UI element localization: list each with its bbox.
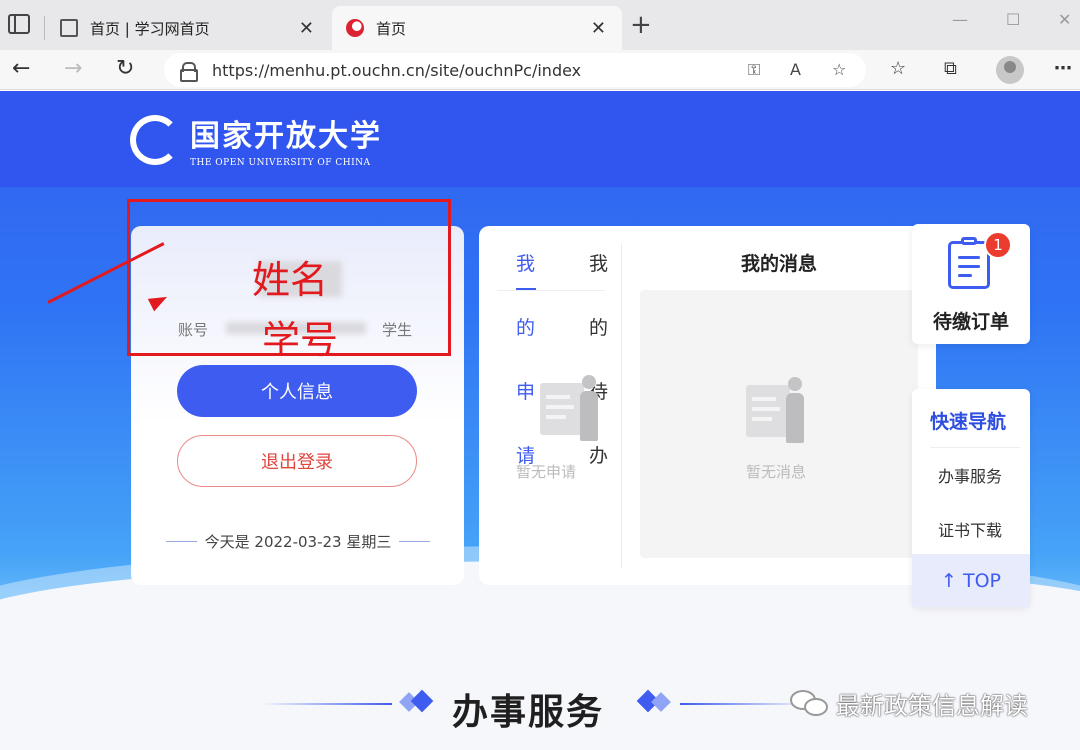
profile-icon[interactable]	[996, 56, 1024, 84]
browser-tab-study-home[interactable]: 首页 | 学习网首页 ✕	[44, 6, 330, 50]
add-favorite-icon[interactable]: ☆	[832, 60, 846, 79]
section-line-left	[262, 703, 392, 705]
divider	[930, 447, 1020, 448]
section-title-services: 办事服务	[452, 692, 605, 733]
messages-empty-text: 暂无消息	[746, 463, 807, 481]
close-tab-icon[interactable]: ✕	[591, 18, 606, 39]
page-content: 账号 学生 姓名 学号 个人信息 退出登录 今天是 2022-03-23 星期三…	[0, 91, 1080, 750]
pending-orders-label[interactable]: 待缴订单	[912, 307, 1030, 334]
minimize-button[interactable]: —	[952, 10, 968, 29]
quick-nav-title: 快速导航	[930, 411, 1007, 433]
read-aloud-icon[interactable]: A	[790, 60, 801, 79]
messages-title: 我的消息	[740, 253, 817, 275]
divider	[497, 290, 605, 291]
annotation-student-id: 学号	[262, 318, 339, 362]
close-window-button[interactable]: ✕	[1058, 10, 1071, 29]
tab-my-todo[interactable]: 我	[589, 249, 608, 276]
browser-tab-bar: 首页 | 学习网首页 ✕ 首页 ✕ + — ☐ ✕	[0, 0, 1080, 50]
ouchn-favicon-icon	[346, 19, 364, 37]
tab-my-todo[interactable]: 办	[589, 441, 608, 468]
divider	[621, 243, 622, 568]
quick-nav-certificates[interactable]: 证书下载	[938, 517, 1002, 541]
browser-toolbar: ← → ↻ https://menhu.pt.ouchn.cn/site/ouc…	[0, 50, 1080, 90]
maximize-button[interactable]: ☐	[1006, 10, 1020, 29]
tab-my-applications[interactable]: 我	[516, 249, 535, 276]
lock-icon[interactable]	[180, 62, 198, 82]
annotation-name: 姓名	[252, 258, 329, 302]
tab-actions-icon[interactable]	[8, 14, 30, 34]
more-icon[interactable]: ⋯	[1054, 58, 1072, 79]
today-text: 今天是 2022-03-23 星期三	[204, 533, 392, 551]
key-icon[interactable]: ⚿	[748, 60, 760, 80]
url-text[interactable]: https://menhu.pt.ouchn.cn/site/ouchnPc/i…	[212, 61, 581, 80]
wechat-watermark: 最新政策信息解读	[790, 686, 1028, 721]
watermark-text: 最新政策信息解读	[836, 692, 1028, 720]
tab-my-applications[interactable]: 申	[516, 377, 535, 404]
back-icon[interactable]: ←	[12, 56, 30, 82]
tab-title: 首页 | 学习网首页	[90, 19, 210, 38]
address-bar[interactable]: https://menhu.pt.ouchn.cn/site/ouchnPc/i…	[164, 53, 866, 87]
tab-my-todo[interactable]: 的	[589, 313, 608, 340]
new-tab-button[interactable]: +	[630, 12, 652, 38]
logout-button[interactable]: 退出登录	[177, 435, 417, 487]
empty-applications-icon	[534, 375, 604, 445]
divider	[166, 541, 197, 542]
tab-title: 首页	[376, 19, 407, 38]
pending-orders-badge: 1	[984, 231, 1012, 259]
personal-info-button[interactable]: 个人信息	[177, 365, 417, 417]
page-icon	[60, 19, 78, 37]
tab-my-applications[interactable]: 的	[516, 313, 535, 340]
diamond-icon	[410, 689, 434, 713]
back-to-top-button[interactable]: ↑ TOP	[912, 554, 1030, 607]
browser-tab-home-active[interactable]: 首页 ✕	[332, 6, 622, 50]
collections-icon[interactable]: ⧉	[944, 58, 957, 79]
quick-nav-services[interactable]: 办事服务	[938, 463, 1002, 487]
close-tab-icon[interactable]: ✕	[299, 18, 314, 39]
forward-icon[interactable]: →	[64, 56, 82, 82]
divider	[399, 541, 430, 542]
refresh-icon[interactable]: ↻	[116, 56, 134, 82]
favorites-icon[interactable]: ☆	[890, 58, 906, 79]
today-date: 今天是 2022-03-23 星期三	[158, 531, 438, 552]
applications-empty-text: 暂无申请	[516, 463, 577, 481]
wechat-icon	[790, 689, 830, 718]
empty-messages-icon	[740, 377, 810, 447]
tab-separator	[44, 16, 45, 40]
